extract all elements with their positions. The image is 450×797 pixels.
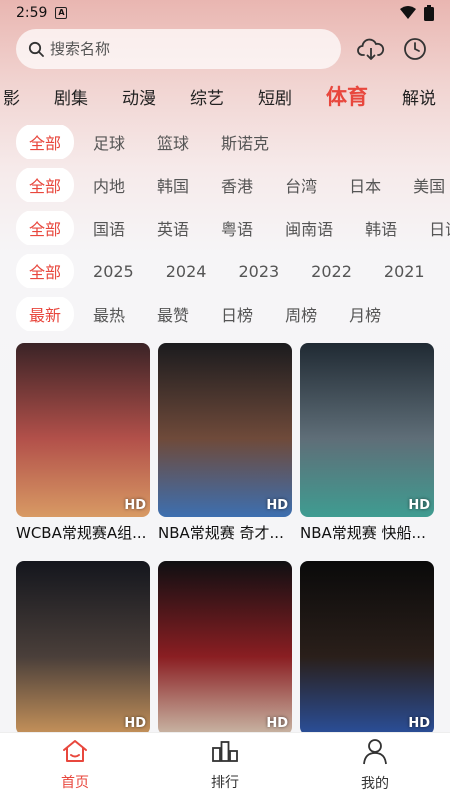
category-tab[interactable]: 剧集 — [37, 84, 105, 109]
filter-chip[interactable]: 周榜 — [272, 297, 330, 331]
category-tab-label: 综艺 — [190, 88, 224, 109]
category-tabs: 影 剧集 动漫 综艺 短剧 体育 解说 — [0, 74, 450, 118]
battery-icon — [424, 5, 434, 21]
filter-chip[interactable]: 粤语 — [208, 211, 266, 245]
nav-item[interactable]: 首页 — [35, 738, 115, 792]
filter-chip[interactable]: 全部 — [16, 211, 75, 245]
filter-chip[interactable]: 2021 — [371, 256, 438, 287]
filter-chip[interactable]: 全部 — [16, 254, 75, 288]
category-tab[interactable]: 动漫 — [105, 84, 173, 109]
hd-badge: HD — [408, 498, 430, 513]
category-tab[interactable]: 短剧 — [241, 84, 309, 109]
category-tab-label: 解说 — [402, 88, 436, 109]
filter-chip[interactable]: 闽南语 — [272, 211, 346, 245]
nav-label: 首页 — [61, 775, 89, 791]
nav-label: 我的 — [361, 776, 389, 792]
category-tab[interactable]: 解说 — [385, 84, 450, 109]
category-tab-label: 短剧 — [258, 88, 292, 109]
video-thumbnail[interactable]: HD — [300, 343, 434, 517]
video-card[interactable]: HD NBA常规赛 奇才... — [158, 343, 292, 551]
clock-icon — [404, 38, 426, 60]
filter-chip[interactable]: 香港 — [208, 168, 266, 202]
wifi-icon — [400, 6, 416, 19]
filter-chip[interactable]: 日本 — [336, 168, 394, 202]
filter-chip[interactable]: 最新 — [16, 297, 75, 331]
filter-chip[interactable]: 全部 — [16, 168, 75, 202]
filter-chip[interactable]: 月榜 — [336, 297, 394, 331]
nav-item[interactable]: 排行 — [185, 738, 265, 792]
category-tab-label: 动漫 — [122, 88, 156, 109]
filter-chip[interactable]: 最赞 — [144, 297, 202, 331]
filter-chip[interactable]: 韩语 — [352, 211, 410, 245]
hd-badge: HD — [124, 716, 146, 731]
filter-chip[interactable]: 2025 — [80, 256, 147, 287]
filter-chip[interactable]: 台湾 — [272, 168, 330, 202]
filter-chip[interactable]: 国语 — [80, 211, 138, 245]
home-icon — [61, 738, 89, 768]
search-row — [0, 28, 450, 70]
status-bar: 2:59 A — [0, 0, 450, 26]
cloud-download-icon — [357, 38, 385, 60]
video-grid: HD WCBA常规赛A组... HD NBA常规赛 奇才... HD NBA常规赛 快船.… — [16, 343, 436, 769]
video-thumbnail[interactable]: HD — [300, 561, 434, 735]
category-tab[interactable]: 综艺 — [173, 84, 241, 109]
hd-badge: HD — [266, 498, 288, 513]
nav-label: 排行 — [211, 775, 239, 791]
history-button[interactable] — [399, 33, 431, 65]
filter-chip[interactable]: 2024 — [153, 256, 220, 287]
video-card[interactable]: HD NBA常规赛 快船... — [300, 343, 434, 551]
filter-chip[interactable]: 英语 — [144, 211, 202, 245]
filter-chip[interactable]: 内地 — [80, 168, 138, 202]
filter-chip[interactable]: 2020 — [444, 256, 450, 287]
filter-chip[interactable]: 韩国 — [144, 168, 202, 202]
category-tab[interactable]: 影 — [0, 84, 37, 109]
cloud-download-button[interactable] — [355, 33, 387, 65]
video-card[interactable]: HD WCBA常规赛A组... — [16, 343, 150, 551]
filter-row-sort: 最新 最热 最赞 日榜 周榜 月榜 — [0, 297, 450, 331]
status-time: 2:59 — [16, 5, 48, 21]
filter-chip[interactable]: 斯诺克 — [208, 125, 282, 159]
video-thumbnail[interactable]: HD — [16, 343, 150, 517]
video-title: WCBA常规赛A组... — [16, 524, 147, 542]
category-tab-label: 剧集 — [54, 88, 88, 109]
hd-badge: HD — [124, 498, 146, 513]
video-title: NBA常规赛 快船... — [300, 524, 426, 542]
video-thumbnail[interactable]: HD — [158, 343, 292, 517]
filter-row-sport: 全部 足球 篮球 斯诺克 — [0, 125, 450, 159]
bottom-nav: 首页 排行 我的 — [0, 732, 450, 797]
filter-chip[interactable]: 足球 — [80, 125, 138, 159]
filter-chip[interactable]: 日榜 — [208, 297, 266, 331]
category-tab-label: 影 — [3, 88, 20, 109]
filter-row-language: 全部国语英语粤语闽南语韩语日语 — [0, 211, 450, 245]
ranking-icon — [211, 738, 239, 768]
filter-row-year: 全部20252024202320222021 2020 — [0, 254, 450, 288]
filter-chip[interactable]: 日语 — [416, 211, 450, 245]
hd-badge: HD — [408, 716, 430, 731]
notification-badge-icon: A — [55, 7, 68, 19]
profile-icon — [361, 737, 389, 769]
filter-chip[interactable]: 2022 — [298, 256, 365, 287]
filter-chip[interactable]: 全部 — [16, 125, 75, 159]
search-input[interactable] — [50, 40, 310, 58]
search-icon — [28, 41, 44, 57]
filter-chip[interactable]: 最热 — [80, 297, 138, 331]
filter-row-region: 全部内地韩国香港台湾日本美国泰 — [0, 168, 450, 202]
hd-badge: HD — [266, 716, 288, 731]
category-tab[interactable]: 体育 — [309, 81, 385, 111]
nav-item[interactable]: 我的 — [335, 737, 415, 793]
category-tab-label: 体育 — [326, 85, 368, 109]
search-bar[interactable] — [16, 29, 341, 69]
video-title: NBA常规赛 奇才... — [158, 524, 284, 542]
filter-chip[interactable]: 2023 — [225, 256, 292, 287]
filter-chip[interactable]: 美国 — [400, 168, 450, 202]
video-thumbnail[interactable]: HD — [158, 561, 292, 735]
video-thumbnail[interactable]: HD — [16, 561, 150, 735]
filter-chip[interactable]: 篮球 — [144, 125, 202, 159]
